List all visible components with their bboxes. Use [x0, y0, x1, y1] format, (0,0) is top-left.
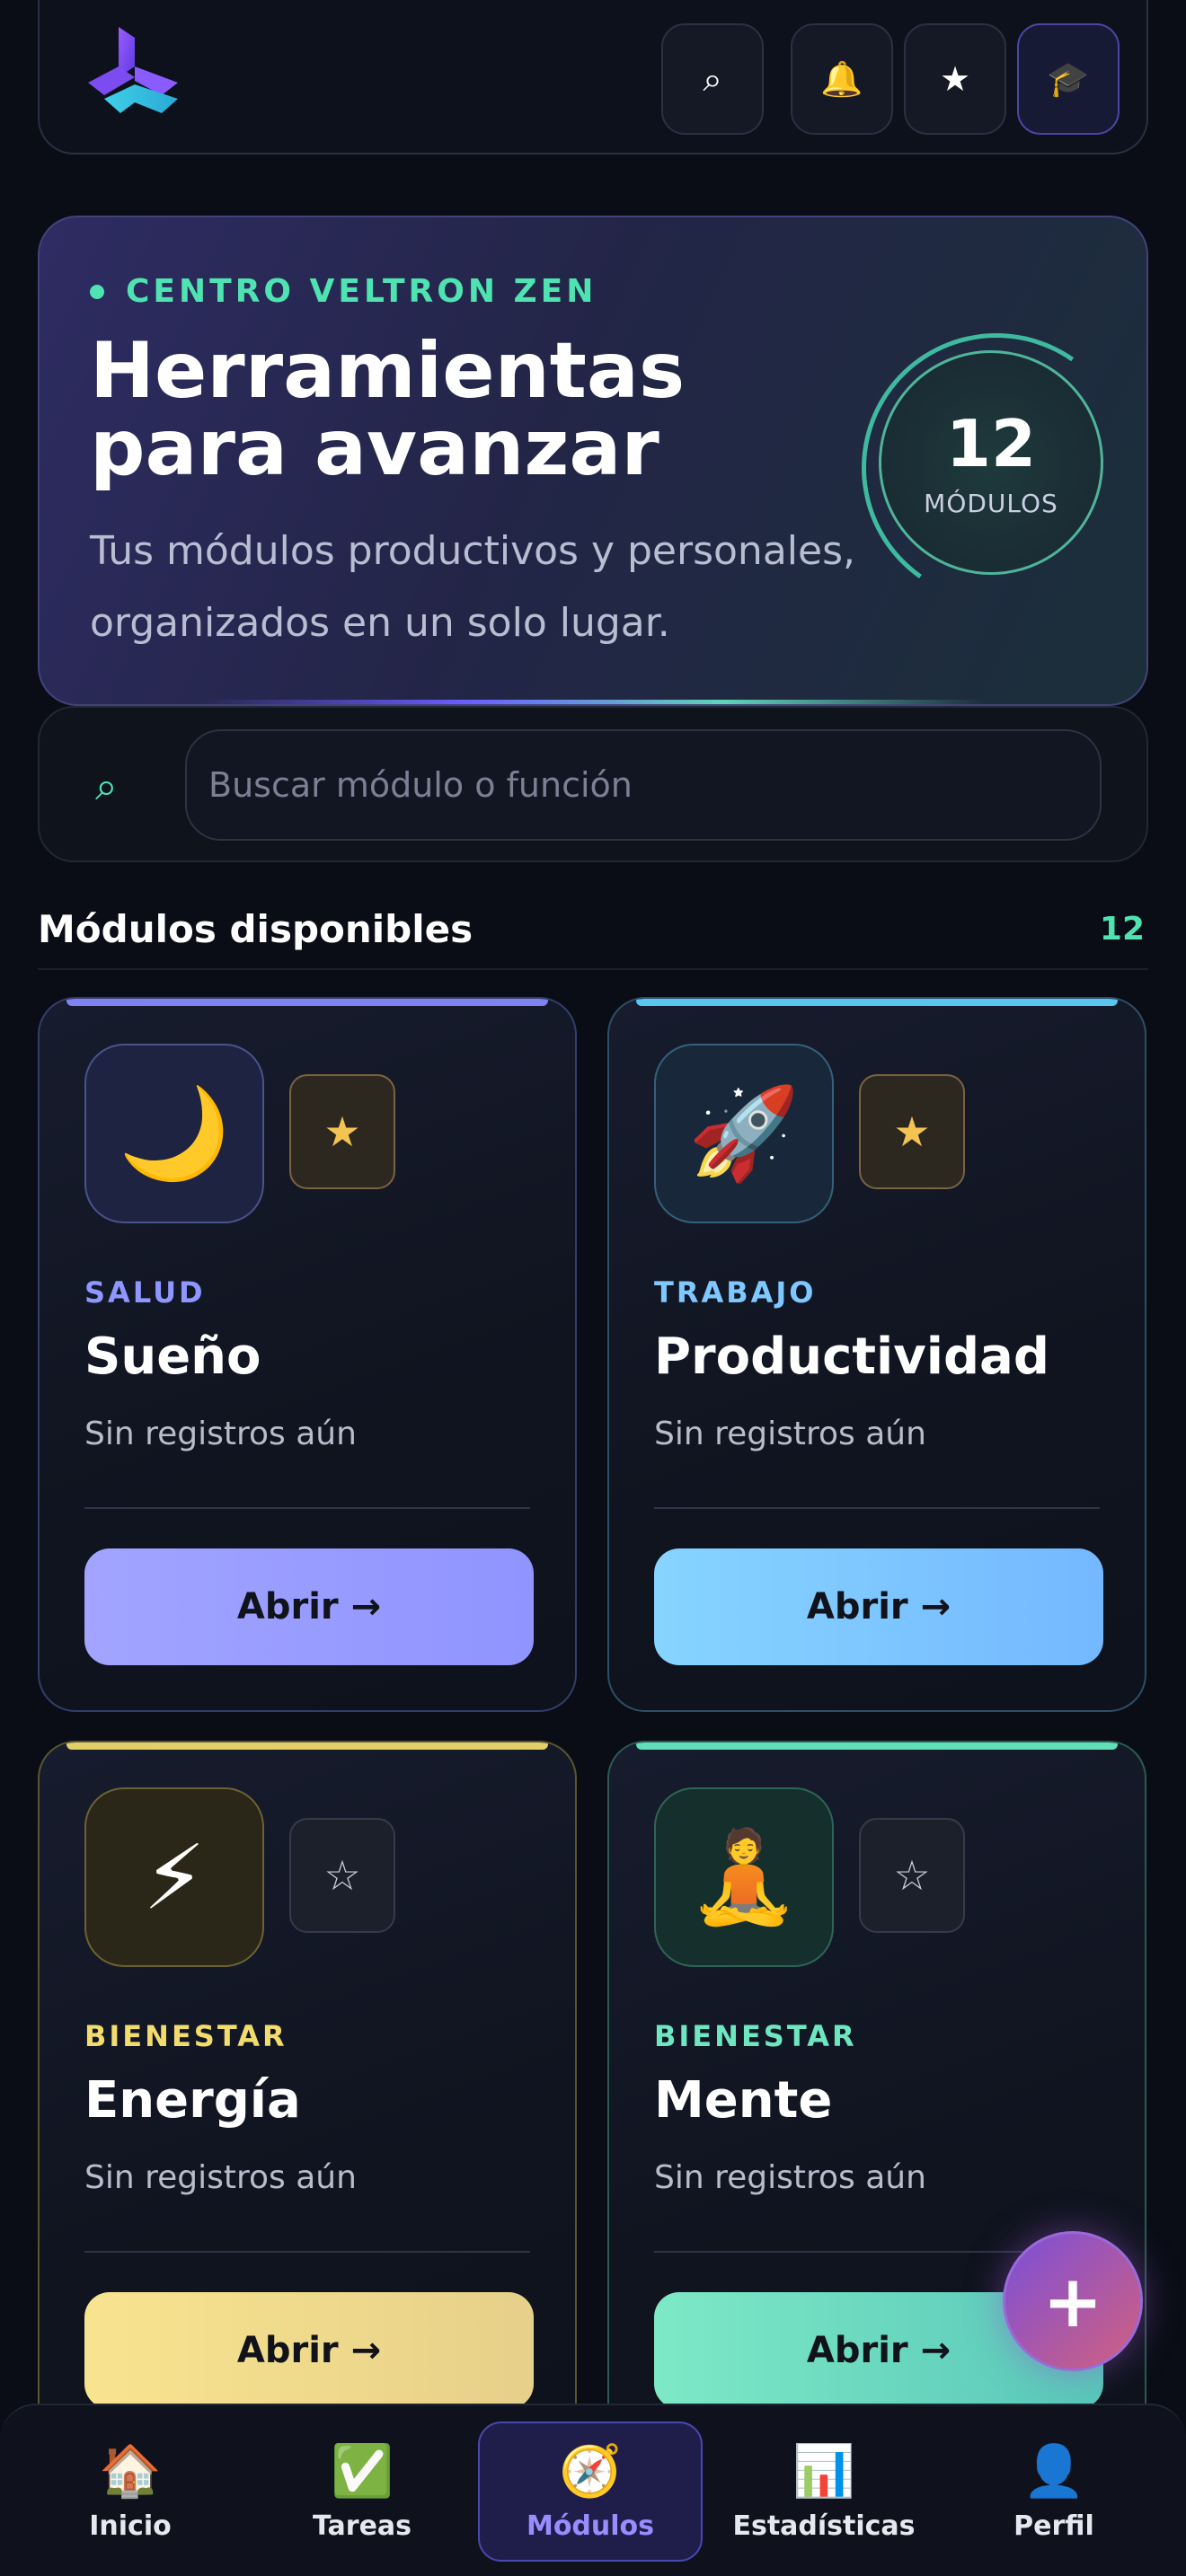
- module-icon-box: ⚡: [84, 1787, 264, 1967]
- favorite-button[interactable]: ☆: [289, 1818, 395, 1933]
- compass-icon: 🧭: [559, 2441, 622, 2501]
- module-category: TRABAJO: [654, 1275, 817, 1310]
- section-divider: [38, 968, 1148, 970]
- module-category: BIENESTAR: [84, 2019, 288, 2053]
- hero-kicker-text: CENTRO VELTRON ZEN: [126, 273, 597, 310]
- favorite-button[interactable]: ★: [859, 1074, 965, 1189]
- card-accent-line: [66, 999, 548, 1006]
- nav-label: Estadísticas: [732, 2510, 916, 2542]
- search-icon: ⌕: [95, 763, 118, 809]
- open-button[interactable]: Abrir →: [654, 1548, 1103, 1665]
- page-title: Herramientas para avanzar: [90, 326, 686, 493]
- nav-item-modulos[interactable]: 🧭 Módulos: [478, 2422, 703, 2562]
- bottom-navigation: 🏠 Inicio ✅ Tareas 🧭 Módulos 📊 Estadístic…: [0, 2404, 1186, 2576]
- home-icon: 🏠: [99, 2441, 162, 2501]
- star-outline-icon: ☆: [893, 1851, 931, 1900]
- search-input[interactable]: [185, 729, 1102, 841]
- checkbox-icon: ✅: [331, 2441, 394, 2501]
- module-status: Sin registros aún: [654, 1416, 926, 1452]
- module-card-productividad[interactable]: 🚀 ★ TRABAJO Productividad Sin registros …: [607, 997, 1146, 1712]
- module-category: BIENESTAR: [654, 2019, 857, 2053]
- star-icon: ★: [939, 59, 971, 99]
- card-accent-line: [636, 1742, 1118, 1750]
- card-accent-line: [66, 1742, 548, 1750]
- graduation-cap-icon: 🎓: [1047, 58, 1090, 99]
- page-subtitle: Tus módulos productivos y personales, or…: [90, 528, 855, 646]
- nav-item-perfil[interactable]: 👤 Perfil: [942, 2422, 1166, 2562]
- module-name: Productividad: [654, 1328, 1049, 1386]
- section-title: Módulos disponibles: [38, 907, 474, 951]
- moon-icon: 🌙: [118, 1081, 231, 1186]
- section-count: 12: [1099, 911, 1145, 948]
- nav-label: Módulos: [526, 2510, 655, 2542]
- module-status: Sin registros aún: [84, 1416, 357, 1452]
- favorites-button[interactable]: ★: [904, 23, 1006, 135]
- plus-icon: +: [1042, 2259, 1103, 2343]
- status-dot: [90, 284, 104, 299]
- nav-item-inicio[interactable]: 🏠 Inicio: [18, 2422, 243, 2562]
- search-icon: ⌕: [703, 58, 722, 99]
- add-module-button[interactable]: +: [1003, 2231, 1143, 2371]
- card-accent-line: [636, 999, 1118, 1006]
- user-icon: 👤: [1022, 2441, 1085, 2501]
- module-name: Energía: [84, 2071, 301, 2130]
- module-card-energia[interactable]: ⚡ ☆ BIENESTAR Energía Sin registros aún …: [38, 1741, 577, 2456]
- top-bar: ⌕ 🔔 ★ 🎓: [38, 0, 1148, 154]
- bar-chart-icon: 📊: [792, 2441, 855, 2501]
- app-logo-icon[interactable]: [88, 27, 178, 120]
- search-bar: ⌕: [38, 706, 1148, 862]
- meditation-icon: 🧘: [687, 1824, 801, 1929]
- favorite-button[interactable]: ★: [289, 1074, 395, 1189]
- profile-button[interactable]: 🎓: [1017, 23, 1120, 135]
- module-status: Sin registros aún: [654, 2159, 926, 2196]
- module-icon-box: 🧘: [654, 1787, 834, 1967]
- module-count-label: MÓDULOS: [924, 488, 1058, 518]
- nav-item-estadisticas[interactable]: 📊 Estadísticas: [712, 2422, 936, 2562]
- nav-label: Perfil: [1013, 2510, 1094, 2542]
- nav-item-tareas[interactable]: ✅ Tareas: [250, 2422, 474, 2562]
- star-filled-icon: ★: [893, 1107, 931, 1156]
- open-button[interactable]: Abrir →: [84, 1548, 534, 1665]
- nav-label: Tareas: [312, 2510, 412, 2542]
- lightning-icon: ⚡: [142, 1824, 207, 1930]
- card-divider: [654, 1507, 1100, 1509]
- star-outline-icon: ☆: [323, 1851, 361, 1900]
- star-filled-icon: ★: [323, 1107, 361, 1156]
- module-count-badge: 12 MÓDULOS: [879, 350, 1103, 575]
- favorite-button[interactable]: ☆: [859, 1818, 965, 1933]
- module-status: Sin registros aún: [84, 2159, 357, 2196]
- module-icon-box: 🚀: [654, 1044, 834, 1223]
- module-count: 12: [945, 405, 1037, 481]
- hero-banner: CENTRO VELTRON ZEN Herramientas para ava…: [38, 216, 1148, 706]
- hero-kicker: CENTRO VELTRON ZEN: [90, 273, 597, 310]
- module-name: Sueño: [84, 1328, 261, 1386]
- bell-icon: 🔔: [820, 58, 863, 99]
- module-icon-box: 🌙: [84, 1044, 264, 1223]
- card-divider: [84, 1507, 530, 1509]
- notifications-button[interactable]: 🔔: [791, 23, 893, 135]
- nav-label: Inicio: [89, 2510, 172, 2542]
- module-card-sueno[interactable]: 🌙 ★ SALUD Sueño Sin registros aún Abrir …: [38, 997, 577, 1712]
- module-category: SALUD: [84, 1275, 206, 1310]
- rocket-icon: 🚀: [687, 1081, 801, 1186]
- open-button[interactable]: Abrir →: [84, 2292, 534, 2409]
- card-divider: [84, 2251, 530, 2253]
- search-button[interactable]: ⌕: [661, 23, 764, 135]
- module-name: Mente: [654, 2071, 833, 2130]
